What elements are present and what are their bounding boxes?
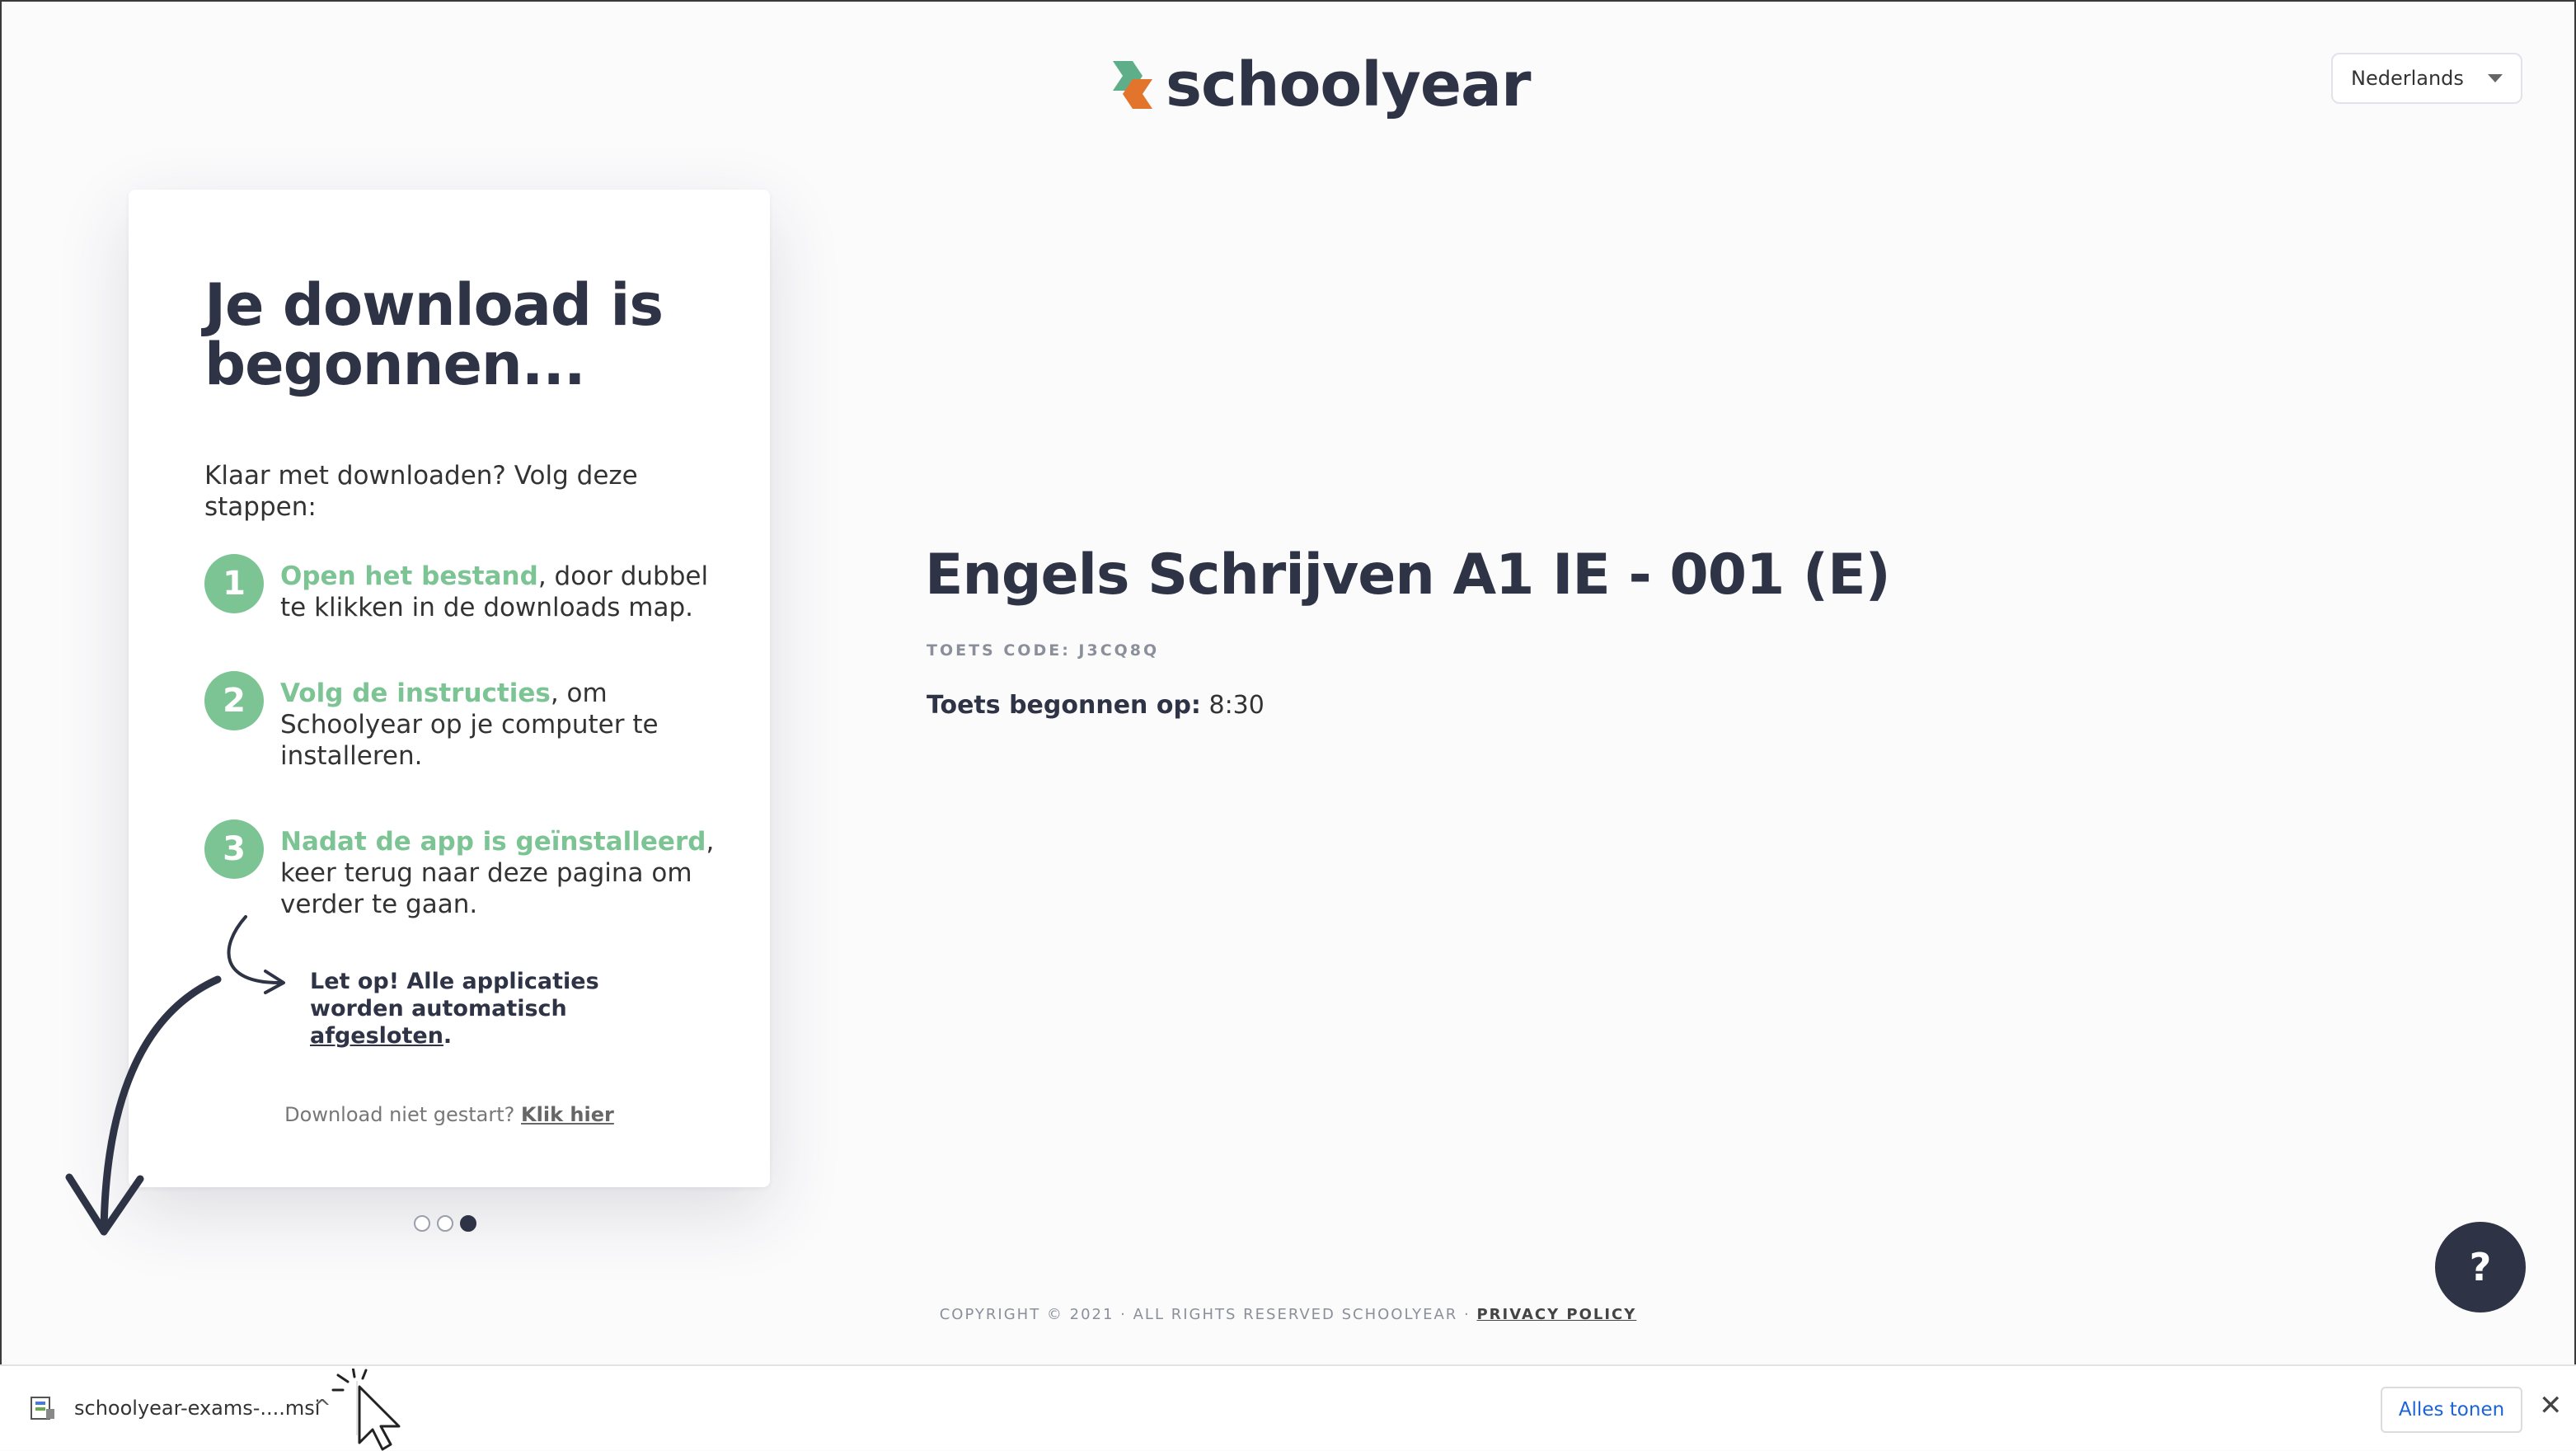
schoolyear-logo: schoolyear — [1110, 49, 1531, 120]
carousel-dot-3[interactable] — [460, 1215, 476, 1232]
step-text: Nadat de app is geïnstalleerd, keer teru… — [280, 826, 717, 920]
help-button[interactable]: ? — [2435, 1222, 2526, 1312]
small-curved-arrow-icon — [227, 915, 280, 984]
show-all-downloads-button[interactable]: Alles tonen — [2381, 1387, 2522, 1433]
mouse-cursor-icon — [331, 1369, 401, 1451]
chevron-down-icon — [2488, 74, 2503, 82]
arrows-illustration — [65, 915, 285, 1236]
step-highlight: Volg de instructies — [280, 679, 551, 708]
logo-mark-icon — [1113, 61, 1152, 109]
note-link: afgesloten — [310, 1023, 443, 1049]
exam-start-label: Toets begonnen op: — [927, 691, 1201, 720]
language-select-value: Nederlands — [2351, 67, 2464, 90]
retry-link[interactable]: Klik hier — [521, 1103, 614, 1126]
carousel-dots — [414, 1215, 476, 1232]
privacy-policy-link[interactable]: PRIVACY POLICY — [1476, 1306, 1636, 1323]
step-number: 1 — [204, 554, 264, 613]
card-title: Je download is begonnen... — [204, 271, 664, 398]
carousel-dot-1[interactable] — [414, 1215, 430, 1232]
note-suffix: . — [443, 1023, 453, 1049]
footer-copyright: COPYRIGHT © 2021 · ALL RIGHTS RESERVED S… — [939, 1306, 1471, 1323]
step-text: Volg de instructies, om Schoolyear op je… — [280, 678, 717, 772]
warning-note: Let op! Alle applicaties worden automati… — [310, 968, 689, 1050]
step-highlight: Nadat de app is geïnstalleerd — [280, 827, 706, 857]
exam-title: Engels Schrijven A1 IE - 001 (E) — [925, 542, 1891, 608]
large-curved-arrow-icon — [100, 975, 222, 1236]
close-download-bar-icon[interactable]: ✕ — [2539, 1389, 2563, 1422]
download-item[interactable]: schoolyear-exams-....msi — [28, 1394, 320, 1422]
download-filename: schoolyear-exams-....msi — [74, 1397, 321, 1420]
step-number: 3 — [204, 819, 264, 879]
download-options-caret-icon[interactable]: ^ — [313, 1396, 331, 1420]
logo-text: schoolyear — [1166, 49, 1531, 120]
step-highlight: Open het bestand — [280, 561, 538, 591]
card-intro: Klaar met downloaden? Volg deze stappen: — [204, 461, 638, 522]
installer-file-icon — [30, 1397, 54, 1420]
carousel-dot-2[interactable] — [437, 1215, 453, 1232]
step-text: Open het bestand, door dubbel te klikken… — [280, 561, 717, 623]
exam-start: Toets begonnen op: 8:30 — [927, 691, 1265, 720]
exam-code: TOETS CODE: J3CQ8Q — [927, 641, 1160, 660]
note-text: Let op! Alle applicaties worden automati… — [310, 969, 599, 1021]
language-select[interactable]: Nederlands — [2331, 53, 2522, 104]
exam-start-time: 8:30 — [1208, 691, 1265, 720]
step-number: 2 — [204, 671, 264, 730]
footer: COPYRIGHT © 2021 · ALL RIGHTS RESERVED S… — [0, 1306, 2576, 1323]
